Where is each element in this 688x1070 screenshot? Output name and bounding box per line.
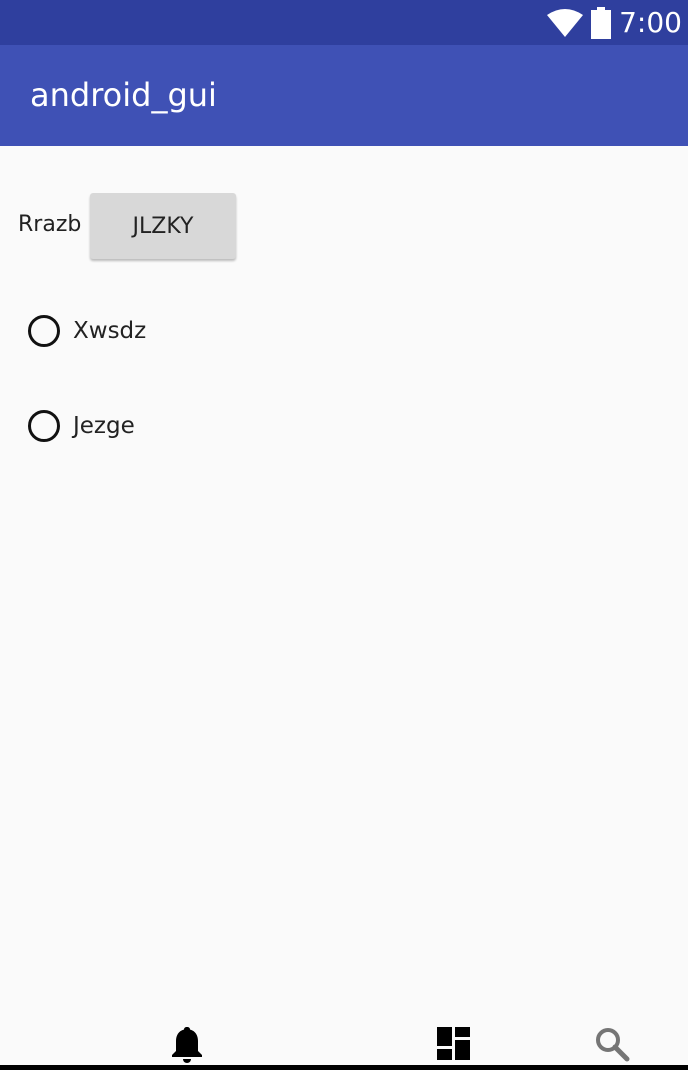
app-title: android_gui xyxy=(30,76,217,114)
jlzky-button[interactable]: JLZKY xyxy=(90,193,236,259)
status-bar: 7:00 xyxy=(0,0,688,45)
bell-icon[interactable] xyxy=(167,1024,207,1064)
rrazb-label: Rrazb xyxy=(18,212,82,237)
search-icon[interactable] xyxy=(592,1024,632,1064)
status-time: 7:00 xyxy=(619,6,682,39)
wifi-icon xyxy=(547,8,584,37)
radio-label: Xwsdz xyxy=(73,318,147,344)
bottom-divider xyxy=(0,1065,688,1070)
status-icons: 7:00 xyxy=(547,0,682,45)
radio-label: Jezge xyxy=(73,413,135,439)
radio-option-xwsdz[interactable]: Xwsdz xyxy=(28,315,146,347)
battery-icon xyxy=(591,6,612,39)
radio-option-jezge[interactable]: Jezge xyxy=(28,410,135,442)
app-bar: android_gui xyxy=(0,45,688,146)
radio-circle-icon[interactable] xyxy=(28,315,60,347)
radio-circle-icon[interactable] xyxy=(28,410,60,442)
dashboard-icon[interactable] xyxy=(434,1024,474,1064)
